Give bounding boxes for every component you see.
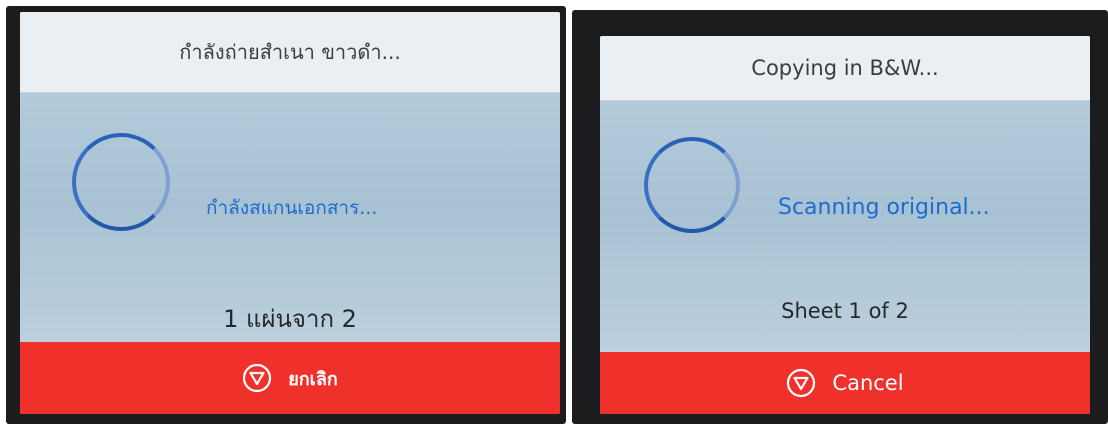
stop-icon: [786, 368, 816, 398]
cancel-label: ยกเลิก: [288, 368, 338, 390]
cancel-button[interactable]: ยกเลิก: [20, 342, 560, 414]
header-title: Copying in B&W...: [751, 56, 939, 80]
copy-progress-screen-english: Copying in B&W... Scanning original... S…: [600, 36, 1090, 414]
loading-spinner-icon: [644, 137, 740, 233]
copy-progress-screen-thai: กำลังถ่ายสำเนา ขาวดำ... กำลังสแกนเอกสาร.…: [20, 12, 560, 414]
header-title: กำลังถ่ายสำเนา ขาวดำ...: [179, 40, 401, 64]
status-text: กำลังสแกนเอกสาร...: [206, 197, 378, 219]
device-bezel-thai: กำลังถ่ายสำเนา ขาวดำ... กำลังสแกนเอกสาร.…: [6, 6, 566, 424]
screen-header: Copying in B&W...: [600, 36, 1090, 101]
progress-content: Scanning original... Sheet 1 of 2: [600, 101, 1090, 352]
screen-header: กำลังถ่ายสำเนา ขาวดำ...: [20, 12, 560, 93]
comparison-stage: กำลังถ่ายสำเนา ขาวดำ... กำลังสแกนเอกสาร.…: [0, 0, 1108, 424]
stop-icon: [242, 363, 272, 393]
progress-content: กำลังสแกนเอกสาร... 1 แผ่นจาก 2: [20, 93, 560, 342]
sheet-counter: Sheet 1 of 2: [781, 299, 909, 323]
status-text: Scanning original...: [778, 195, 990, 220]
sheet-counter: 1 แผ่นจาก 2: [223, 305, 357, 333]
loading-spinner-icon: [72, 133, 170, 231]
device-bezel-english: Copying in B&W... Scanning original... S…: [572, 10, 1108, 424]
cancel-label: Cancel: [832, 371, 904, 395]
cancel-button[interactable]: Cancel: [600, 352, 1090, 414]
